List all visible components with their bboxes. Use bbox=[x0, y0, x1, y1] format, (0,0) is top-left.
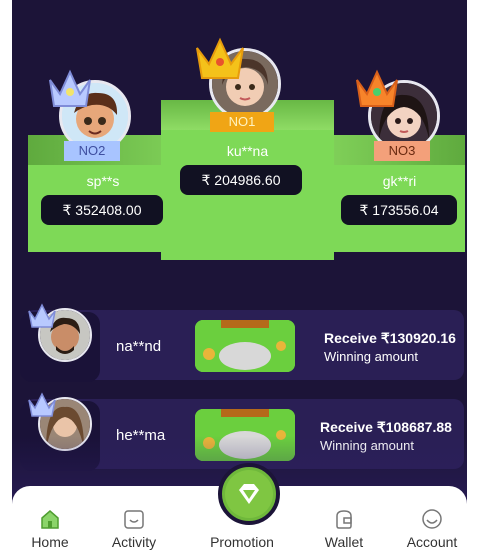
podium-name-1: ku**na bbox=[226, 143, 269, 159]
home-icon bbox=[39, 508, 61, 530]
winner-receive: Receive ₹108687.88 bbox=[320, 419, 452, 435]
crown-icon bbox=[28, 392, 56, 417]
nav-account[interactable]: Account bbox=[392, 508, 472, 550]
winner-subtitle: Winning amount bbox=[324, 349, 418, 364]
nav-promotion-label: Promotion bbox=[210, 534, 274, 550]
winner-name: he**ma bbox=[116, 427, 166, 444]
winner-subtitle: Winning amount bbox=[320, 438, 414, 453]
nav-home-label: Home bbox=[31, 534, 69, 550]
winner-receive: Receive ₹130920.16 bbox=[324, 330, 456, 346]
game-thumbnail bbox=[195, 320, 295, 372]
diamond-icon bbox=[239, 484, 259, 504]
podium-amount-2: ₹ 352408.00 bbox=[41, 195, 163, 225]
account-icon bbox=[421, 508, 443, 530]
nav-wallet-label: Wallet bbox=[324, 534, 364, 550]
podium-name-3: gk**ri bbox=[382, 173, 417, 189]
rank-badge-3: NO3 bbox=[374, 141, 430, 161]
crown-icon bbox=[196, 37, 244, 79]
promotion-button[interactable] bbox=[218, 463, 280, 525]
wallet-icon bbox=[333, 508, 355, 530]
podium-name-2: sp**s bbox=[86, 173, 120, 189]
activity-icon bbox=[123, 508, 145, 530]
podium-amount-1: ₹ 204986.60 bbox=[180, 165, 302, 195]
nav-activity-label: Activity bbox=[111, 534, 157, 550]
nav-account-label: Account bbox=[406, 534, 458, 550]
winner-name: na**nd bbox=[116, 338, 162, 355]
game-thumbnail bbox=[195, 409, 295, 461]
nav-home[interactable]: Home bbox=[10, 508, 90, 550]
nav-activity[interactable]: Activity bbox=[94, 508, 174, 550]
crown-icon bbox=[356, 69, 398, 107]
podium-amount-3: ₹ 173556.04 bbox=[341, 195, 457, 225]
rank-badge-2: NO2 bbox=[64, 141, 120, 161]
crown-icon bbox=[49, 69, 91, 107]
rank-badge-1: NO1 bbox=[210, 112, 274, 132]
crown-icon bbox=[28, 303, 56, 328]
nav-wallet[interactable]: Wallet bbox=[304, 508, 384, 550]
